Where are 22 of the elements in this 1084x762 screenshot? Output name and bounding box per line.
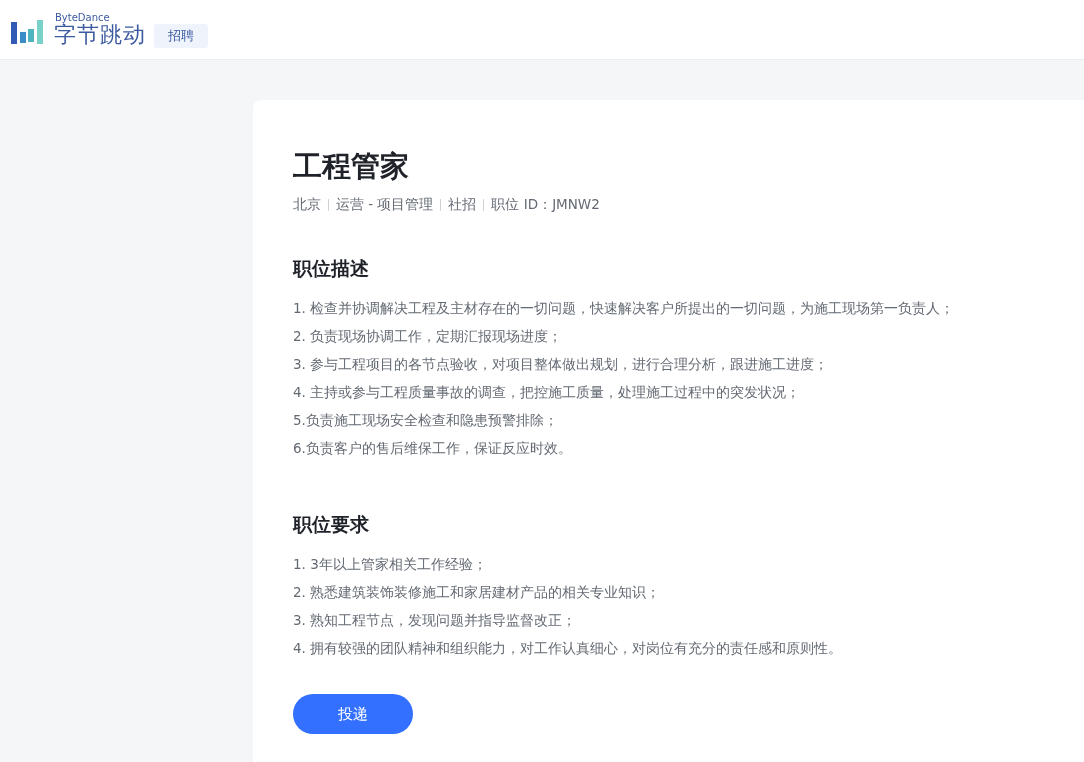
list-item: 4. 主持或参与工程质量事故的调查，把控施工质量，处理施工过程中的突发状况； bbox=[293, 383, 802, 402]
list-item: 4. 拥有较强的团队精神和组织能力，对工作认真细心，对岗位有充分的责任感和原则性。 bbox=[293, 639, 844, 658]
list-item: 6.负责客户的售后维保工作，保证反应时效。 bbox=[293, 439, 573, 458]
brand-subtitle: ByteDance bbox=[55, 13, 111, 23]
bar-chart-logo-icon bbox=[11, 18, 43, 45]
apply-button[interactable]: 投递 bbox=[293, 694, 413, 734]
section-heading: 职位要求 bbox=[293, 512, 370, 537]
list-item: 1. 检查并协调解决工程及主材存在的一切问题，快速解决客户所提出的一切问题，为施工现场第一负责人； bbox=[293, 299, 956, 318]
section-heading: 职位描述 bbox=[293, 256, 370, 281]
list-item: 1. 3年以上管家相关工作经验； bbox=[293, 555, 488, 574]
job-meta: 运营 - 项目管理 bbox=[336, 196, 434, 214]
job-meta: 社招 bbox=[448, 196, 477, 214]
list-item: 3. 参与工程项目的各节点验收，对项目整体做出规划，进行合理分析，跟进施工进度； bbox=[293, 355, 830, 374]
job-meta: 北京 bbox=[293, 196, 321, 214]
list-item: 2. 熟悉建筑装饰装修施工和家居建材产品的相关专业知识； bbox=[293, 583, 662, 602]
brand-name: 字节跳动 bbox=[54, 24, 146, 46]
job-title: 工程管家 bbox=[293, 148, 410, 184]
list-item: 5.负责施工现场安全检查和隐患预警排除； bbox=[293, 411, 559, 430]
list-item: 3. 熟知工程节点，发现问题并指导监督改正； bbox=[293, 611, 578, 630]
list-item: 2. 负责现场协调工作，定期汇报现场进度； bbox=[293, 327, 564, 346]
job-meta: 职位 ID：JMNW2 bbox=[491, 196, 600, 214]
section-tag: 招聘 bbox=[154, 23, 208, 48]
